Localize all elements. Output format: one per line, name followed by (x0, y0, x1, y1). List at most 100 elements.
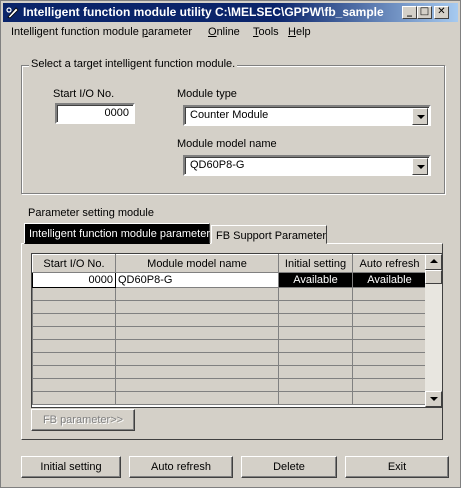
chevron-down-icon[interactable] (412, 108, 428, 125)
menu-tools[interactable]: Tools (253, 23, 279, 42)
empty-cell[interactable] (278, 378, 353, 392)
empty-cell[interactable] (32, 326, 116, 340)
menu-accel: O (208, 26, 217, 38)
tab-fb-support-parameter[interactable]: FB Support Parameter (211, 225, 327, 244)
empty-cell[interactable] (32, 391, 116, 405)
column-header-start-io[interactable]: Start I/O No. (32, 254, 116, 273)
table-row[interactable] (32, 300, 427, 314)
empty-cell[interactable] (352, 391, 427, 405)
empty-cell[interactable] (352, 365, 427, 379)
scroll-up-icon[interactable] (425, 254, 442, 270)
empty-cell[interactable] (352, 378, 427, 392)
empty-cell[interactable] (352, 352, 427, 366)
empty-cell[interactable] (115, 352, 279, 366)
start-io-label: Start I/O No. (53, 88, 115, 100)
empty-cell[interactable] (278, 352, 353, 366)
table-row[interactable] (32, 352, 427, 366)
fb-parameter-button[interactable]: FB parameter>> (31, 409, 135, 431)
empty-cell[interactable] (278, 339, 353, 353)
cell-start-io[interactable]: 0000 (32, 272, 116, 288)
empty-cell[interactable] (115, 365, 279, 379)
parameter-section-label: Parameter setting module (28, 207, 154, 219)
empty-cell[interactable] (32, 313, 116, 327)
scroll-down-icon[interactable] (425, 391, 442, 407)
empty-cell[interactable] (32, 339, 116, 353)
module-table: Start I/O No. Module model name Initial … (32, 254, 427, 405)
empty-cell[interactable] (278, 300, 353, 314)
maximize-icon: □ (419, 6, 430, 17)
scroll-thumb[interactable] (425, 270, 442, 284)
module-grid[interactable]: Start I/O No. Module model name Initial … (31, 253, 443, 408)
target-module-group-label: Select a target intelligent function mod… (29, 58, 238, 70)
empty-cell[interactable] (32, 300, 116, 314)
column-header-initial-setting[interactable]: Initial setting (278, 254, 353, 273)
menu-text: elp (295, 26, 311, 38)
empty-cell[interactable] (278, 326, 353, 340)
cell-module-model[interactable]: QD60P8-G (115, 272, 279, 288)
empty-cell[interactable] (115, 378, 279, 392)
menu-text: arameter (148, 26, 193, 38)
empty-cell[interactable] (32, 378, 116, 392)
table-row[interactable] (32, 378, 427, 392)
start-io-input[interactable]: 0000 (55, 103, 135, 124)
empty-cell[interactable] (278, 313, 353, 327)
empty-cell[interactable] (115, 287, 279, 301)
empty-cell[interactable] (278, 365, 353, 379)
empty-cell[interactable] (115, 391, 279, 405)
menu-bar: Intelligent function module parameter On… (3, 23, 458, 42)
table-row[interactable] (32, 391, 427, 405)
minimize-icon: _ (407, 6, 412, 17)
delete-button[interactable]: Delete (241, 456, 337, 478)
empty-cell[interactable] (115, 339, 279, 353)
cell-initial-setting[interactable]: Available (278, 272, 353, 288)
close-icon: ✕ (437, 6, 446, 17)
minimize-button[interactable]: _ (402, 6, 417, 19)
column-header-module-model[interactable]: Module model name (115, 254, 279, 273)
exit-button[interactable]: Exit (345, 456, 449, 478)
utility-window: Intelligent function module utility C:\M… (0, 0, 461, 488)
menu-accel: H (288, 26, 296, 38)
table-row[interactable] (32, 287, 427, 301)
tab-intelligent-function-module-parameter[interactable]: Intelligent function module parameter (24, 223, 210, 244)
empty-cell[interactable] (352, 287, 427, 301)
empty-cell[interactable] (352, 300, 427, 314)
empty-cell[interactable] (32, 287, 116, 301)
module-type-select[interactable]: Counter Module (183, 105, 431, 126)
empty-cell[interactable] (278, 391, 353, 405)
table-row[interactable]: 0000 QD60P8-G Available Available (32, 272, 427, 288)
close-button[interactable]: ✕ (434, 6, 449, 19)
cell-auto-refresh[interactable]: Available (352, 272, 427, 288)
chevron-down-icon[interactable] (412, 158, 428, 175)
empty-cell[interactable] (115, 326, 279, 340)
module-type-label: Module type (177, 88, 237, 100)
auto-refresh-button[interactable]: Auto refresh (129, 456, 233, 478)
empty-cell[interactable] (32, 352, 116, 366)
title-bar[interactable]: Intelligent function module utility C:\M… (3, 3, 458, 22)
app-icon (6, 7, 19, 19)
empty-cell[interactable] (352, 313, 427, 327)
menu-intelligent-function-module-parameter[interactable]: Intelligent function module parameter (11, 23, 192, 42)
vertical-scrollbar[interactable] (425, 254, 442, 407)
empty-cell[interactable] (32, 365, 116, 379)
module-model-label: Module model name (177, 138, 277, 150)
table-row[interactable] (32, 339, 427, 353)
window-title: Intelligent function module utility C:\M… (23, 5, 384, 19)
empty-cell[interactable] (115, 300, 279, 314)
empty-cell[interactable] (352, 326, 427, 340)
initial-setting-button[interactable]: Initial setting (21, 456, 121, 478)
table-row[interactable] (32, 313, 427, 327)
maximize-button[interactable]: □ (417, 6, 432, 19)
column-header-auto-refresh[interactable]: Auto refresh (352, 254, 427, 273)
table-row[interactable] (32, 365, 427, 379)
empty-cell[interactable] (115, 313, 279, 327)
menu-online[interactable]: Online (208, 23, 240, 42)
menu-text: nline (216, 26, 240, 38)
empty-cell[interactable] (352, 339, 427, 353)
module-model-select[interactable]: QD60P8-G (183, 155, 431, 176)
table-row[interactable] (32, 326, 427, 340)
empty-cell[interactable] (278, 287, 353, 301)
module-model-value: QD60P8-G (190, 159, 245, 171)
menu-help[interactable]: Help (288, 23, 311, 42)
menu-text: ools (258, 26, 279, 38)
menu-text: Intelligent function module (11, 26, 142, 38)
